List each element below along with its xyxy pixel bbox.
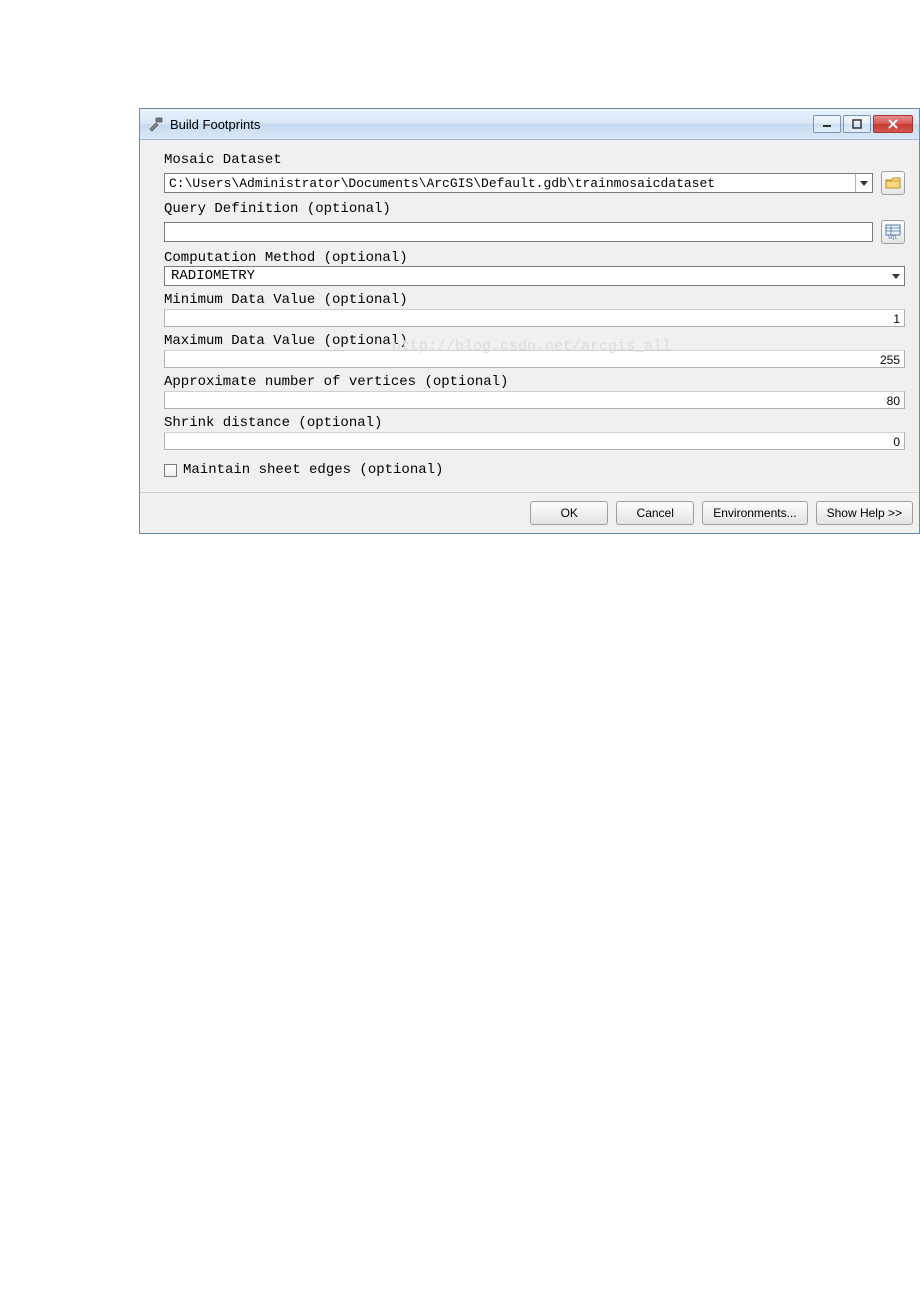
query-definition-input[interactable] bbox=[164, 222, 873, 242]
vertices-label: Approximate number of vertices (optional… bbox=[164, 374, 905, 390]
shrink-distance-input[interactable]: 0 bbox=[164, 432, 905, 450]
shrink-distance-label: Shrink distance (optional) bbox=[164, 415, 905, 431]
ok-button[interactable]: OK bbox=[530, 501, 608, 525]
svg-text:SQL: SQL bbox=[888, 236, 897, 240]
button-bar: OK Cancel Environments... Show Help >> bbox=[140, 492, 919, 533]
dropdown-arrow-icon[interactable] bbox=[855, 174, 872, 192]
mosaic-dataset-label: Mosaic Dataset bbox=[164, 152, 905, 168]
minimize-button[interactable] bbox=[813, 115, 841, 133]
form-body: http://blog.csdn.net/arcgis_all Mosaic D… bbox=[140, 140, 919, 492]
environments-button[interactable]: Environments... bbox=[702, 501, 807, 525]
max-data-value-input[interactable]: 255 bbox=[164, 350, 905, 368]
min-data-value-label: Minimum Data Value (optional) bbox=[164, 292, 905, 308]
chevron-down-icon bbox=[892, 274, 900, 279]
mosaic-dataset-value: C:\Users\Administrator\Documents\ArcGIS\… bbox=[165, 174, 855, 192]
vertices-input[interactable]: 80 bbox=[164, 391, 905, 409]
maintain-edges-checkbox[interactable] bbox=[164, 464, 177, 477]
show-help-button[interactable]: Show Help >> bbox=[816, 501, 913, 525]
mosaic-dataset-input[interactable]: C:\Users\Administrator\Documents\ArcGIS\… bbox=[164, 173, 873, 193]
computation-method-select[interactable]: RADIOMETRY bbox=[164, 266, 905, 286]
dialog-window: Build Footprints http://blog.csdn.net/ar… bbox=[139, 108, 920, 534]
min-data-value-input[interactable]: 1 bbox=[164, 309, 905, 327]
computation-method-label: Computation Method (optional) bbox=[164, 250, 905, 266]
maintain-edges-label: Maintain sheet edges (optional) bbox=[183, 462, 443, 478]
computation-method-value: RADIOMETRY bbox=[171, 268, 255, 284]
max-data-value-label: Maximum Data Value (optional) bbox=[164, 333, 905, 349]
maximize-button[interactable] bbox=[843, 115, 871, 133]
query-definition-label: Query Definition (optional) bbox=[164, 201, 905, 217]
titlebar: Build Footprints bbox=[140, 109, 919, 140]
sql-builder-button[interactable]: SQL bbox=[881, 220, 905, 244]
browse-button[interactable] bbox=[881, 171, 905, 195]
close-button[interactable] bbox=[873, 115, 913, 133]
hammer-icon bbox=[148, 116, 164, 132]
window-title: Build Footprints bbox=[170, 117, 260, 132]
cancel-button[interactable]: Cancel bbox=[616, 501, 694, 525]
